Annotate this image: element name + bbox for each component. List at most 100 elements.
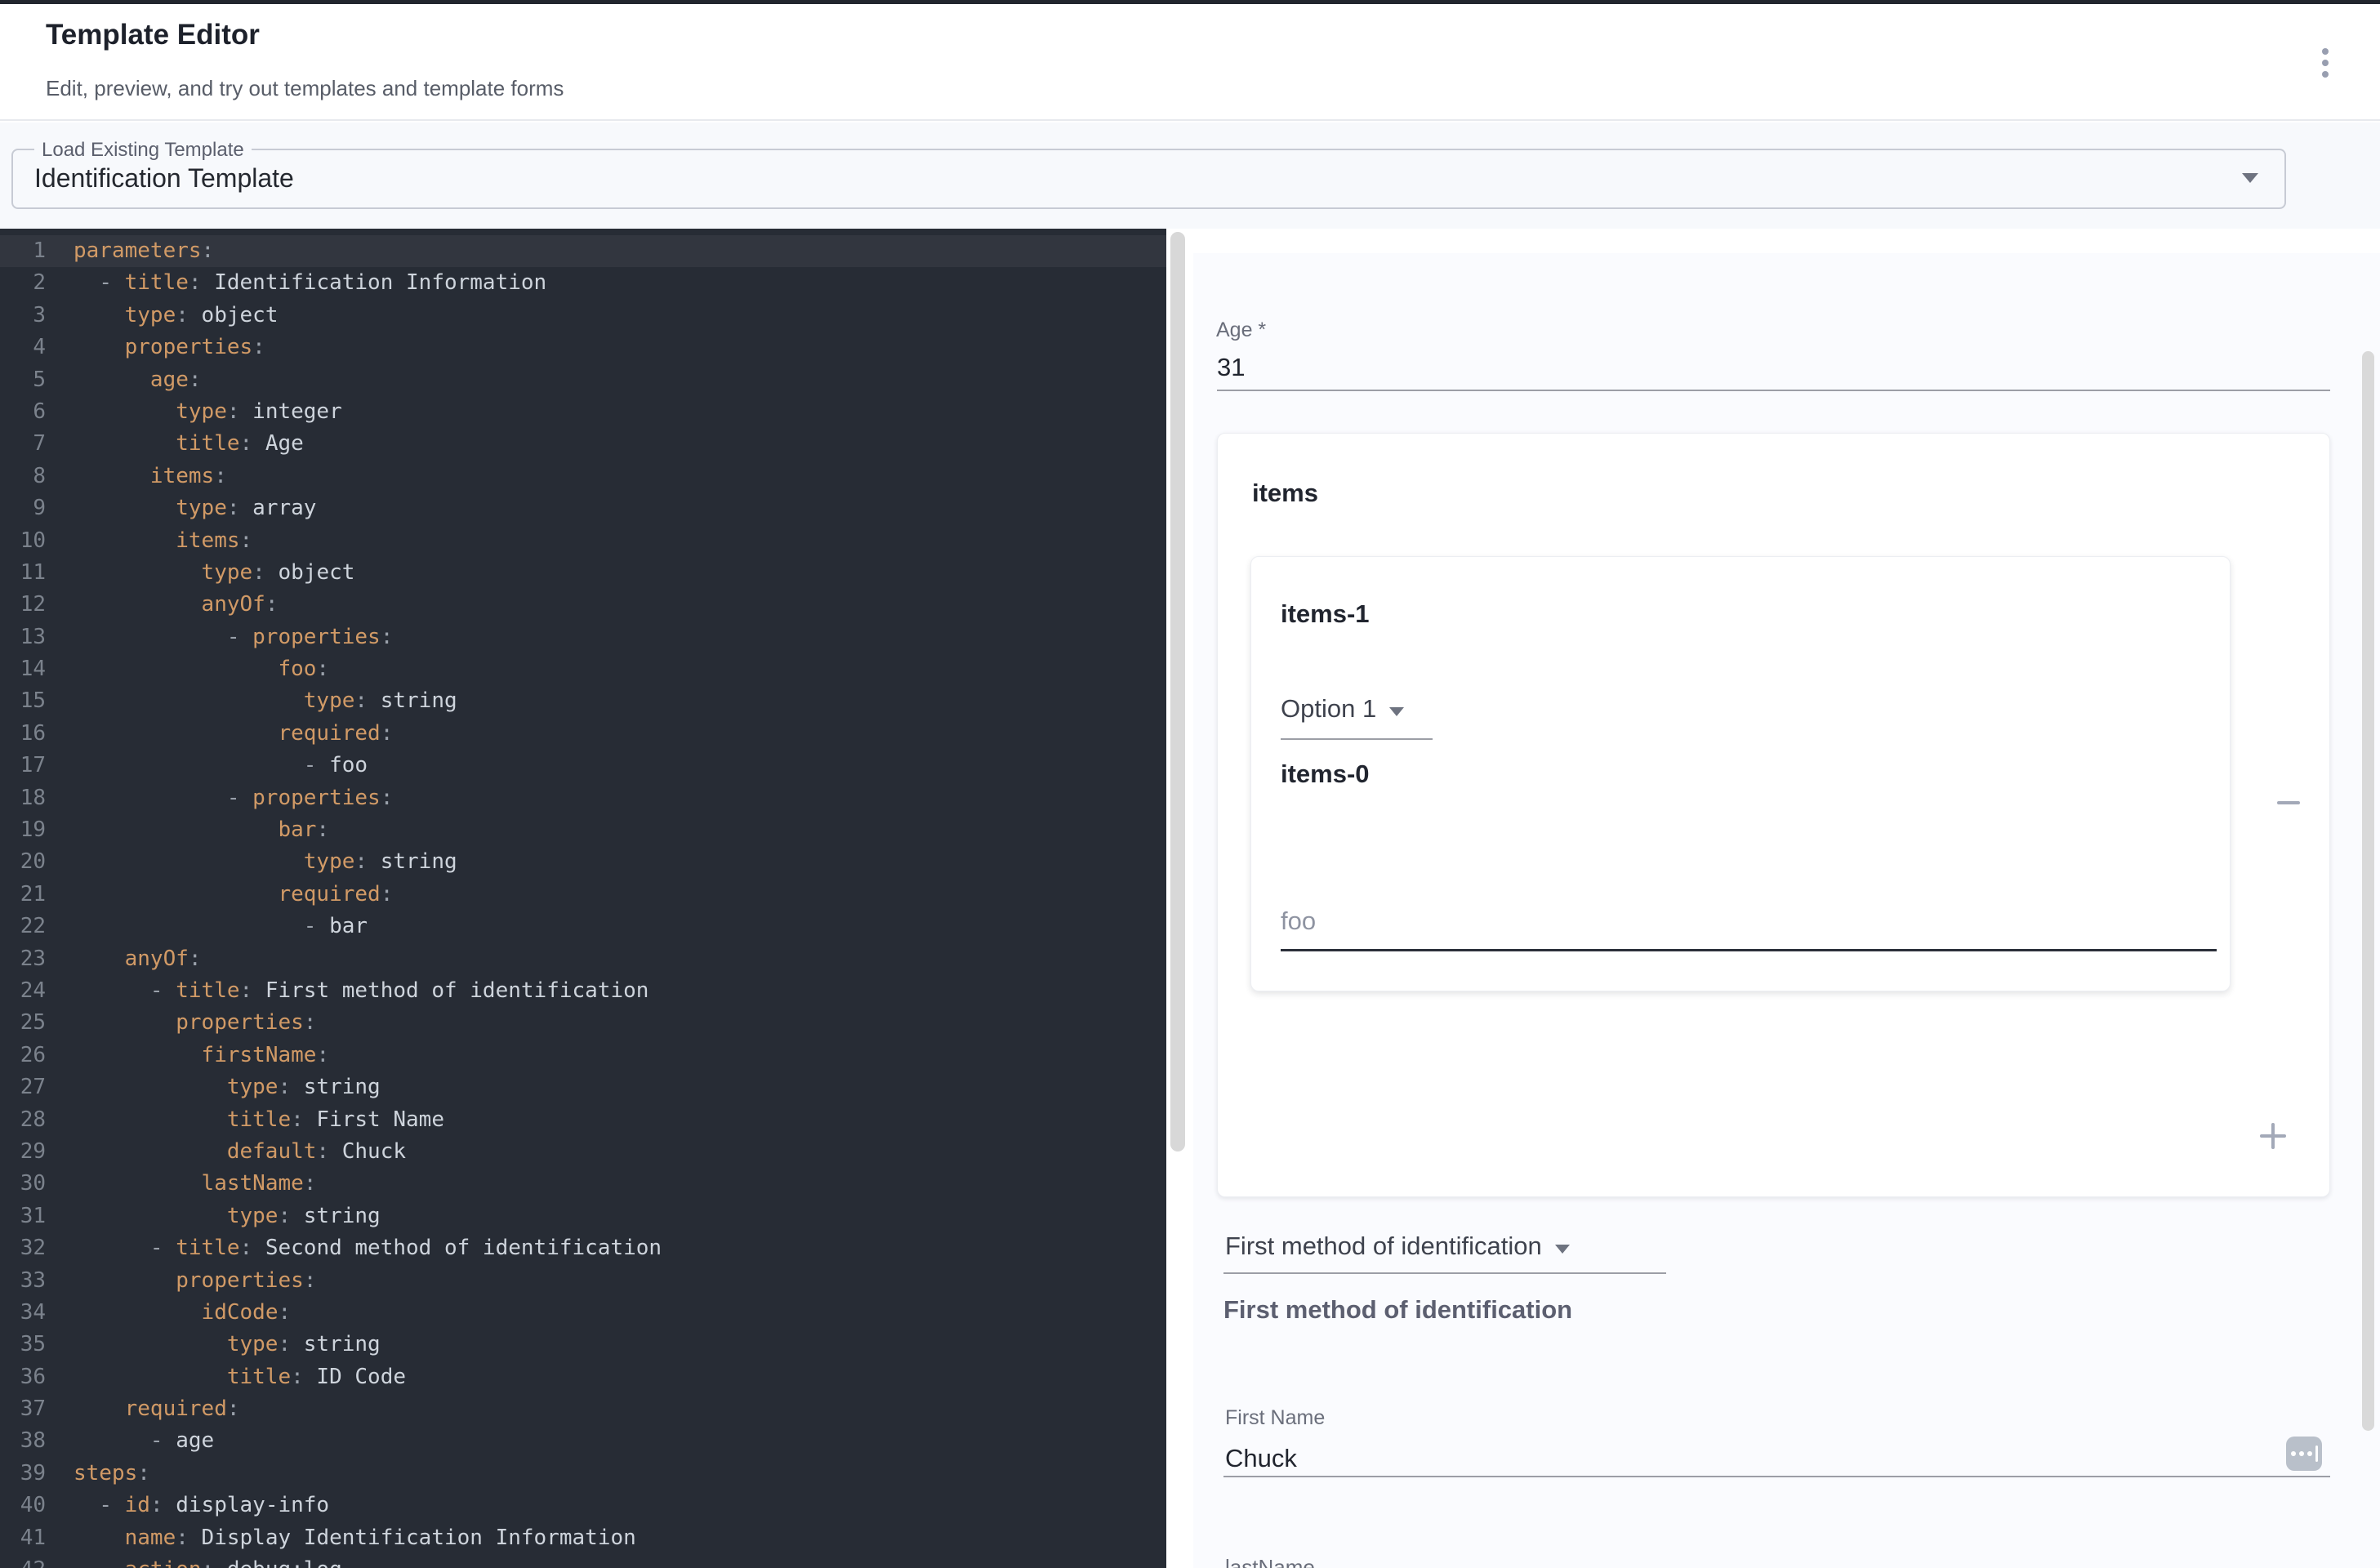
code-line: 29 default: Chuck xyxy=(0,1136,1166,1168)
add-item-button[interactable] xyxy=(2253,1116,2293,1156)
items-card: items items-1 Option 1 items-0 foo xyxy=(1217,433,2330,1197)
code-line: 42 action: debug:log xyxy=(0,1554,1166,1568)
method-select-value: First method of identification xyxy=(1225,1232,1542,1261)
code-line-content: - id: display-info xyxy=(46,1490,329,1521)
editor-scrollbar-thumb[interactable] xyxy=(1170,232,1185,1152)
code-line: 27 type: string xyxy=(0,1071,1166,1103)
code-line-content: name: Display Identification Information xyxy=(46,1522,636,1554)
code-line: 40 - id: display-info xyxy=(0,1490,1166,1521)
line-number: 29 xyxy=(0,1136,46,1168)
chevron-down-icon xyxy=(1555,1245,1570,1254)
line-number: 11 xyxy=(0,557,46,589)
line-number: 26 xyxy=(0,1040,46,1071)
form-preview-pane: Age * 31 items items-1 Option 1 items-0 … xyxy=(1193,229,2380,1568)
code-line-content: required: xyxy=(46,879,393,911)
code-line: 31 type: string xyxy=(0,1200,1166,1232)
code-line-content: steps: xyxy=(46,1458,150,1490)
code-line-content: type: integer xyxy=(46,396,342,428)
line-number: 21 xyxy=(0,879,46,911)
line-number: 35 xyxy=(0,1329,46,1361)
first-name-underline xyxy=(1223,1476,2330,1477)
code-line: 22 - bar xyxy=(0,911,1166,942)
code-line-content: type: string xyxy=(46,685,457,717)
line-number: 39 xyxy=(0,1458,46,1490)
item-1-title: items-1 xyxy=(1281,599,1370,629)
method-select-underline xyxy=(1223,1272,1666,1274)
code-line-content: firstName: xyxy=(46,1040,329,1071)
chevron-down-icon xyxy=(2242,173,2258,183)
line-number: 41 xyxy=(0,1522,46,1554)
item-option-select[interactable]: Option 1 xyxy=(1281,694,1404,724)
line-number: 40 xyxy=(0,1490,46,1521)
code-line-content: items: xyxy=(46,461,227,492)
first-name-label: First Name xyxy=(1225,1406,1325,1430)
line-number: 42 xyxy=(0,1554,46,1568)
code-line: 36 title: ID Code xyxy=(0,1361,1166,1393)
page-scrollbar-thumb[interactable] xyxy=(2362,351,2374,1431)
code-line-content: type: object xyxy=(46,300,278,332)
code-line: 5 age: xyxy=(0,364,1166,396)
foo-input[interactable]: foo xyxy=(1281,906,1316,936)
line-number: 36 xyxy=(0,1361,46,1393)
code-line: 16 required: xyxy=(0,718,1166,750)
code-line: 38 - age xyxy=(0,1425,1166,1457)
line-number: 30 xyxy=(0,1168,46,1200)
code-line-content: properties: xyxy=(46,332,265,363)
code-line-content: default: Chuck xyxy=(46,1136,406,1168)
code-line: 39steps: xyxy=(0,1458,1166,1490)
line-number: 6 xyxy=(0,396,46,428)
load-template-label: Load Existing Template xyxy=(34,139,252,162)
code-line-content: type: object xyxy=(46,557,354,589)
header: Template Editor Edit, preview, and try o… xyxy=(0,4,2380,121)
line-number: 19 xyxy=(0,814,46,846)
line-number: 28 xyxy=(0,1104,46,1136)
item-0-title: items-0 xyxy=(1281,760,1370,789)
plus-icon xyxy=(2260,1123,2286,1149)
code-line-content: - bar xyxy=(46,911,368,942)
items-section-title: items xyxy=(1252,479,1318,508)
autofill-button[interactable] xyxy=(2286,1437,2322,1471)
code-line-content: anyOf: xyxy=(46,589,278,621)
code-line-content: parameters: xyxy=(46,235,214,267)
line-number: 4 xyxy=(0,332,46,363)
code-line: 4 properties: xyxy=(0,332,1166,363)
code-line: 32 - title: Second method of identificat… xyxy=(0,1232,1166,1264)
code-line-content: title: Age xyxy=(46,428,304,460)
code-line-content: foo: xyxy=(46,653,329,685)
code-line-content: lastName: xyxy=(46,1168,316,1200)
code-line: 8 items: xyxy=(0,461,1166,492)
line-number: 3 xyxy=(0,300,46,332)
line-number: 38 xyxy=(0,1425,46,1457)
ellipsis-cursor-icon xyxy=(2299,1451,2304,1456)
vertical-ellipsis-icon xyxy=(2322,48,2329,55)
line-number: 37 xyxy=(0,1393,46,1425)
remove-item-button[interactable] xyxy=(2269,783,2308,822)
template-editor-app: Template Editor Edit, preview, and try o… xyxy=(0,0,2380,1568)
item-option-select-value: Option 1 xyxy=(1281,694,1376,724)
code-line: 13 - properties: xyxy=(0,621,1166,653)
code-line-content: title: ID Code xyxy=(46,1361,406,1393)
code-line: 30 lastName: xyxy=(0,1168,1166,1200)
code-line: 15 type: string xyxy=(0,685,1166,717)
code-line: 14 foo: xyxy=(0,653,1166,685)
load-template-select[interactable]: Load Existing Template Identification Te… xyxy=(11,149,2286,209)
age-field-input[interactable]: 31 xyxy=(1217,353,1245,382)
code-line-content: type: string xyxy=(46,846,457,878)
line-number: 31 xyxy=(0,1200,46,1232)
yaml-editor[interactable]: 1parameters:2 - title: Identification In… xyxy=(0,229,1166,1568)
method-select[interactable]: First method of identification xyxy=(1225,1232,1570,1261)
overflow-menu-button[interactable] xyxy=(2306,38,2345,88)
code-line: 1parameters: xyxy=(0,235,1166,267)
line-number: 2 xyxy=(0,267,46,299)
line-number: 24 xyxy=(0,975,46,1007)
foo-input-underline xyxy=(1281,949,2217,951)
code-line-content: items: xyxy=(46,525,252,557)
ellipsis-cursor-icon xyxy=(2307,1451,2312,1456)
code-line: 26 firstName: xyxy=(0,1040,1166,1071)
code-line-content: age: xyxy=(46,364,202,396)
code-line: 17 - foo xyxy=(0,750,1166,782)
line-number: 25 xyxy=(0,1007,46,1039)
line-number: 17 xyxy=(0,750,46,782)
code-line-content: bar: xyxy=(46,814,329,846)
first-name-input[interactable]: Chuck xyxy=(1225,1444,1297,1473)
